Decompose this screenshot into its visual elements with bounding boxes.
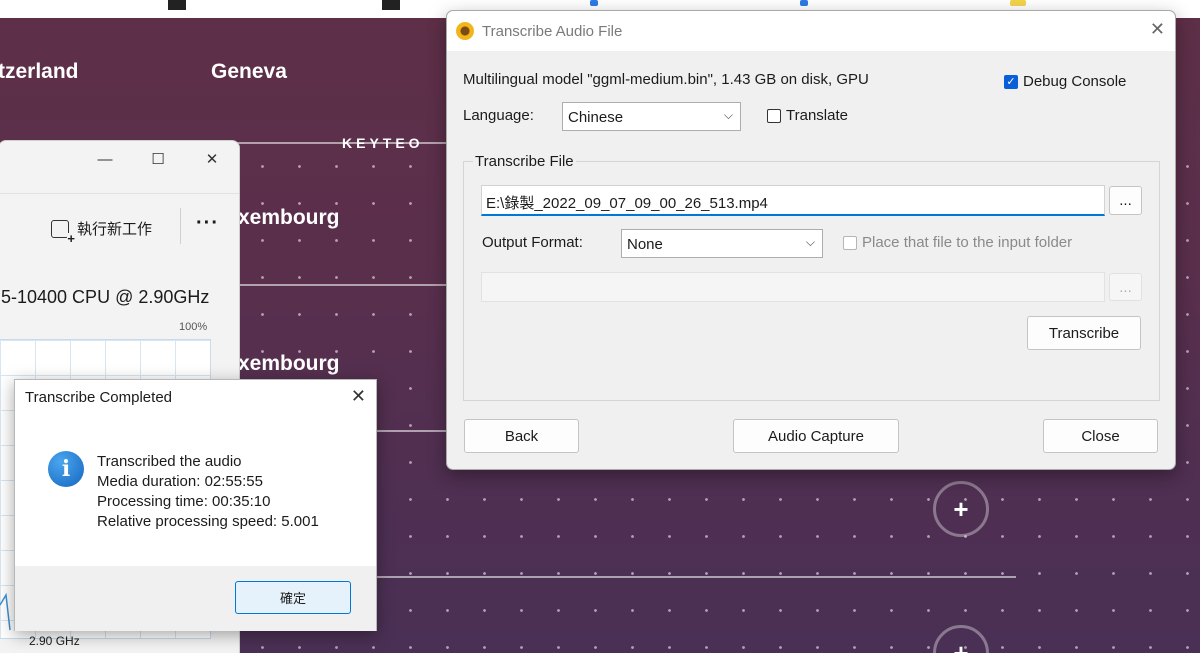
dialog-footer: 確定 xyxy=(15,566,376,631)
sunflower-app-icon xyxy=(456,22,474,40)
new-task-icon xyxy=(51,219,75,245)
back-button[interactable]: Back xyxy=(464,419,579,453)
background-divider xyxy=(376,576,1016,578)
debug-console-label: Debug Console xyxy=(1023,73,1127,90)
transcribe-audio-file-window: Transcribe Audio File ✕ Multilingual mod… xyxy=(446,10,1176,470)
tab-icon xyxy=(1010,0,1026,6)
task-manager-toolbar: 執行新工作 ··· xyxy=(0,193,239,265)
cpu-speed: 2.90 GHz xyxy=(29,634,80,648)
output-format-select[interactable]: None ⌵ xyxy=(621,229,823,258)
brand-logo: KEYTEO xyxy=(342,135,424,151)
language-select[interactable]: Chinese ⌵ xyxy=(562,102,741,131)
close-icon[interactable]: ✕ xyxy=(198,149,226,171)
message-line: Transcribed the audio xyxy=(97,453,242,470)
window-titlebar: Transcribe Audio File ✕ xyxy=(447,11,1175,51)
debug-console-checkbox[interactable]: ✓ Debug Console xyxy=(1004,73,1126,90)
place-in-input-folder-label: Place that file to the input folder xyxy=(862,234,1073,251)
utilization-max-label: 100% xyxy=(179,321,208,333)
checkbox-unchecked-icon xyxy=(767,108,781,123)
close-icon[interactable]: ✕ xyxy=(1150,19,1165,40)
plus-icon[interactable]: + xyxy=(933,481,989,537)
message-line: Processing time: 00:35:10 xyxy=(97,493,271,510)
dialog-message: Transcribed the audio Media duration: 02… xyxy=(97,452,319,532)
output-file-path[interactable] xyxy=(481,272,1105,302)
more-options-icon[interactable]: ··· xyxy=(196,212,219,235)
city-label: xembourg xyxy=(238,206,340,229)
task-manager-titlebar: — ☐ ✕ xyxy=(0,141,239,189)
checkbox-checked-icon: ✓ xyxy=(1004,74,1018,89)
transcribe-button[interactable]: Transcribe xyxy=(1027,316,1141,350)
info-icon: i xyxy=(48,451,84,487)
run-new-task-label: 執行新工作 xyxy=(77,221,153,238)
language-label: Language: xyxy=(463,107,534,124)
tab-icon xyxy=(800,0,808,6)
translate-checkbox[interactable]: Translate xyxy=(767,107,848,124)
tab-icon xyxy=(382,0,400,10)
model-info: Multilingual model "ggml-medium.bin", 1.… xyxy=(463,71,869,88)
input-file-path[interactable]: E:\錄製_2022_09_07_09_00_26_513.mp4 xyxy=(481,185,1105,216)
audio-capture-button[interactable]: Audio Capture xyxy=(733,419,899,453)
background-divider xyxy=(376,430,448,432)
tab-icon xyxy=(590,0,598,6)
run-new-task-button[interactable]: 執行新工作 xyxy=(51,218,153,245)
browse-output-button[interactable]: ... xyxy=(1109,273,1142,301)
toolbar-separator xyxy=(180,208,181,244)
place-in-input-folder-checkbox[interactable]: Place that file to the input folder xyxy=(843,234,1072,251)
message-line: Media duration: 02:55:55 xyxy=(97,473,263,490)
city-label: xembourg xyxy=(238,352,340,375)
group-title: Transcribe File xyxy=(473,153,576,170)
checkbox-unchecked-icon xyxy=(843,235,857,250)
message-line: Relative processing speed: 5.001 xyxy=(97,513,319,530)
window-title: Transcribe Audio File xyxy=(482,23,623,40)
close-icon[interactable]: ✕ xyxy=(351,386,366,407)
language-value: Chinese xyxy=(568,109,624,126)
minimize-icon[interactable]: — xyxy=(91,149,119,171)
cpu-name: 5-10400 CPU @ 2.90GHz xyxy=(1,287,210,307)
translate-label: Translate xyxy=(786,107,848,124)
tab-icon xyxy=(168,0,186,10)
transcribe-completed-dialog: Transcribe Completed ✕ i Transcribed the… xyxy=(14,379,377,631)
dialog-title: Transcribe Completed xyxy=(25,389,173,406)
chevron-down-icon: ⌵ xyxy=(723,108,733,122)
background-divider xyxy=(236,284,448,286)
chevron-down-icon: ⌵ xyxy=(805,235,815,249)
city-label: tzerland xyxy=(0,60,79,83)
output-format-value: None xyxy=(627,236,663,253)
close-button[interactable]: Close xyxy=(1043,419,1158,453)
ok-button[interactable]: 確定 xyxy=(235,581,351,614)
output-format-label: Output Format: xyxy=(482,234,583,251)
city-label: Geneva xyxy=(211,60,287,83)
browse-input-button[interactable]: ... xyxy=(1109,186,1142,215)
maximize-icon[interactable]: ☐ xyxy=(144,149,172,171)
